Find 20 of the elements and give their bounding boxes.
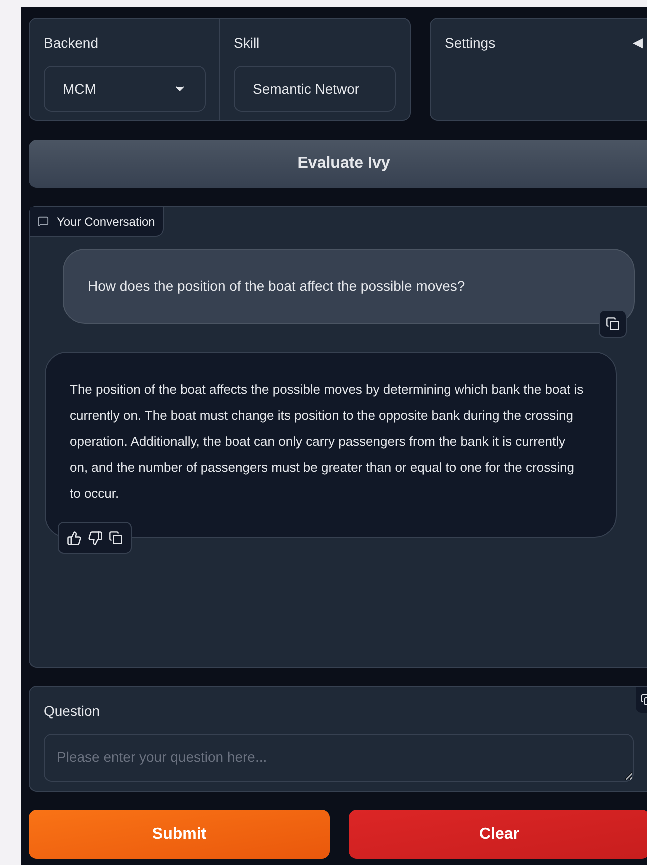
skill-field[interactable]: Semantic Networ xyxy=(234,66,396,112)
question-label: Question xyxy=(44,702,102,721)
copy-icon[interactable] xyxy=(109,531,123,545)
evaluate-button[interactable]: Evaluate Ivy xyxy=(29,140,647,188)
collapse-toggle[interactable]: ◀ xyxy=(633,33,643,52)
user-message: How does the position of the boat affect the possible moves? xyxy=(63,249,635,324)
thumbs-down-icon[interactable] xyxy=(88,530,103,546)
conversation-label: Your Conversation xyxy=(57,214,156,230)
settings-title: Settings xyxy=(445,34,496,53)
copy-button[interactable] xyxy=(599,310,627,338)
backend-dropdown[interactable]: MCM xyxy=(44,66,206,112)
bot-message: The position of the boat affects the possible moves by determining which bank the boat is currently on. The boat must change its position to the opposite bank during the crossing operation. Additionally, the boat can only carry passengers from the bank it is currently on, and the number of passengers must be greater than or equal to one for the crossing to occur. xyxy=(45,352,617,538)
question-field[interactable]: Please enter your question here... xyxy=(44,734,634,782)
thumbs-up-icon[interactable] xyxy=(67,530,82,546)
settings-panel[interactable]: Settings ◀ xyxy=(430,18,647,121)
chat-icon xyxy=(38,216,49,227)
clear-button[interactable]: Clear xyxy=(349,810,647,859)
backend-label: Backend xyxy=(44,34,100,53)
copy-icon xyxy=(606,317,620,331)
skill-label: Skill xyxy=(234,34,261,53)
